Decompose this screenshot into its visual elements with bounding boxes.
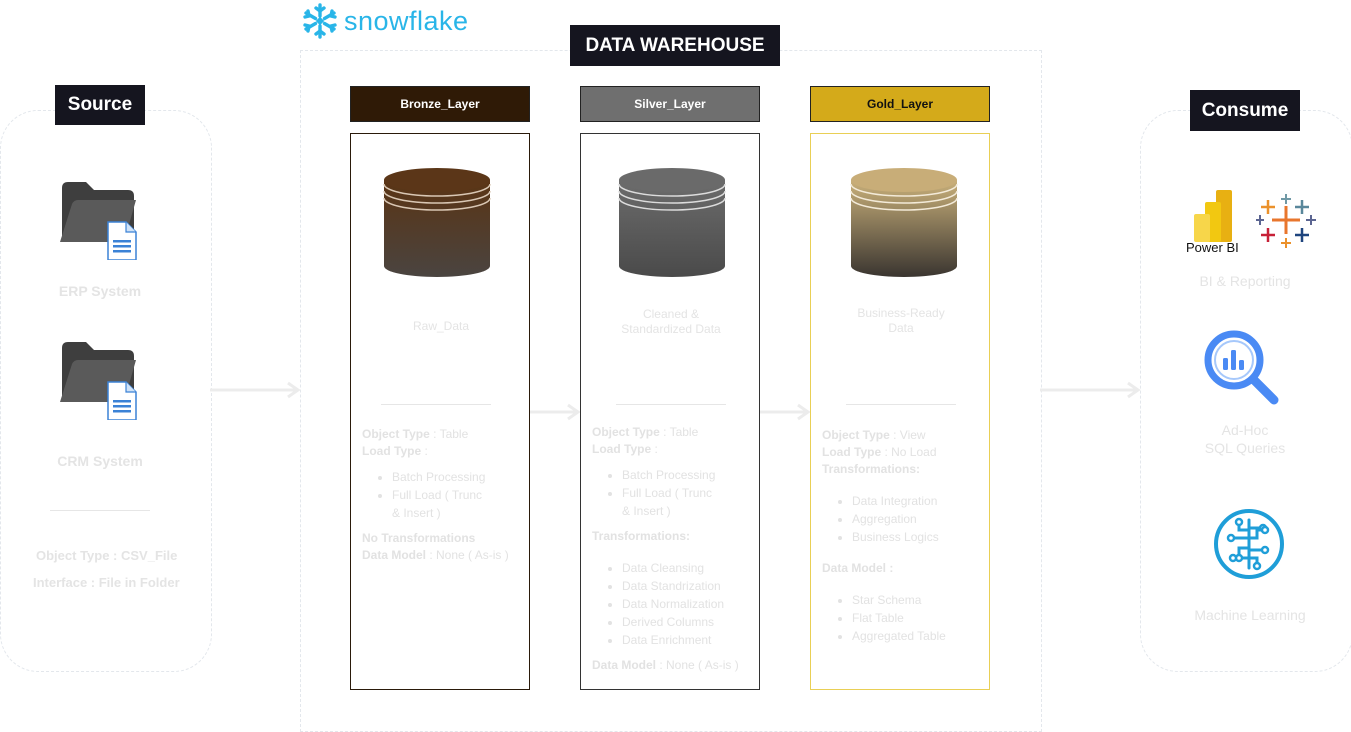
bronze-database-icon bbox=[382, 166, 492, 278]
bronze-description: Raw_Data bbox=[412, 319, 470, 333]
gold-divider bbox=[846, 404, 956, 405]
silver-load-type-value: : bbox=[651, 442, 658, 456]
list-item: Aggregated Table bbox=[852, 627, 946, 645]
bronze-load-list: Batch Processing Full Load ( Trunc& Inse… bbox=[362, 468, 509, 522]
silver-data-model-value: : None ( As-is ) bbox=[656, 658, 739, 672]
bronze-layer-box: Raw_Data Object Type : Table Load Type :… bbox=[350, 133, 530, 690]
silver-divider bbox=[616, 404, 726, 405]
arrow-warehouse-to-consume bbox=[1040, 381, 1141, 399]
gold-layer-header: Gold_Layer bbox=[810, 86, 990, 122]
silver-object-type-value: : Table bbox=[659, 425, 699, 439]
bronze-data-model-value: : None ( As-is ) bbox=[426, 548, 509, 562]
list-item: Aggregation bbox=[852, 510, 946, 528]
arrow-source-to-warehouse bbox=[210, 381, 301, 399]
adhoc-sql-label: Ad-Hoc SQL Queries bbox=[1204, 422, 1286, 456]
crm-system-label: CRM System bbox=[57, 453, 143, 469]
arrow-silver-to-gold bbox=[760, 403, 811, 421]
gold-data-model-list: Star Schema Flat Table Aggregated Table bbox=[822, 591, 946, 645]
source-interface: Interface : File in Folder bbox=[33, 575, 180, 590]
silver-transformations-title: Transformations: bbox=[592, 529, 691, 543]
bronze-load-type-value: : bbox=[421, 444, 428, 458]
bronze-object-type-value: : Table bbox=[429, 427, 469, 441]
bigquery-icon bbox=[1204, 330, 1282, 406]
bronze-divider bbox=[381, 404, 491, 405]
gold-object-type-value: : View bbox=[889, 428, 926, 442]
crm-folder-icon bbox=[58, 338, 138, 420]
list-item: Derived Columns bbox=[622, 613, 739, 631]
gold-properties: Object Type : View Load Type : No Load T… bbox=[822, 427, 946, 653]
bi-reporting-label: BI & Reporting bbox=[1199, 273, 1291, 289]
gold-data-model-title: Data Model : bbox=[822, 561, 894, 575]
list-item: Flat Table bbox=[852, 609, 946, 627]
list-item: Star Schema bbox=[852, 591, 946, 609]
source-title: Source bbox=[55, 85, 145, 125]
machine-learning-label: Machine Learning bbox=[1194, 607, 1306, 623]
snowflake-logo: snowflake bbox=[300, 0, 469, 42]
bronze-layer-header: Bronze_Layer bbox=[350, 86, 530, 122]
gold-load-type-value: : No Load bbox=[881, 445, 937, 459]
silver-object-type-label: Object Type bbox=[592, 425, 660, 439]
silver-properties: Object Type : Table Load Type : Batch Pr… bbox=[592, 424, 739, 674]
list-item: Batch Processing bbox=[392, 468, 509, 486]
source-divider bbox=[50, 510, 150, 511]
list-item: Batch Processing bbox=[622, 466, 739, 484]
list-item: Business Logics bbox=[852, 528, 946, 546]
silver-layer-header: Silver_Layer bbox=[580, 86, 760, 122]
snowflake-wordmark: snowflake bbox=[344, 5, 469, 36]
list-item: Data Standrization bbox=[622, 577, 739, 595]
arrow-bronze-to-silver bbox=[530, 403, 581, 421]
snowflake-icon bbox=[300, 1, 340, 41]
erp-system-label: ERP System bbox=[58, 283, 142, 299]
gold-layer-box: Business-Ready Data Object Type : View L… bbox=[810, 133, 990, 690]
machine-learning-icon bbox=[1213, 508, 1285, 580]
tableau-icon bbox=[1256, 192, 1316, 252]
erp-folder-icon bbox=[58, 178, 138, 260]
bronze-load-type-label: Load Type bbox=[362, 444, 422, 458]
gold-transformations-title: Transformations: bbox=[822, 462, 921, 476]
powerbi-label: Power BI bbox=[1186, 240, 1239, 255]
silver-load-type-label: Load Type bbox=[592, 442, 652, 456]
list-item: Full Load ( Trunc& Insert ) bbox=[392, 486, 509, 522]
consume-title: Consume bbox=[1190, 90, 1300, 131]
list-item: Data Integration bbox=[852, 492, 946, 510]
silver-database-icon bbox=[617, 166, 727, 278]
silver-load-list: Batch Processing Full Load ( Trunc& Inse… bbox=[592, 466, 739, 520]
gold-object-type-label: Object Type bbox=[822, 428, 890, 442]
bronze-properties: Object Type : Table Load Type : Batch Pr… bbox=[362, 426, 509, 564]
silver-layer-box: Cleaned & Standardized Data Object Type … bbox=[580, 133, 760, 690]
bronze-object-type-label: Object Type bbox=[362, 427, 430, 441]
list-item: Data Enrichment bbox=[622, 631, 739, 649]
gold-transformation-list: Data Integration Aggregation Business Lo… bbox=[822, 492, 946, 546]
source-object-type: Object Type : CSV_File bbox=[36, 548, 178, 563]
bronze-data-model-label: Data Model bbox=[362, 548, 427, 562]
silver-description: Cleaned & Standardized Data bbox=[621, 307, 721, 336]
silver-data-model-label: Data Model bbox=[592, 658, 657, 672]
bronze-transformations: No Transformations bbox=[362, 531, 476, 545]
list-item: Data Normalization bbox=[622, 595, 739, 613]
list-item: Full Load ( Trunc& Insert ) bbox=[622, 484, 739, 520]
list-item: Data Cleansing bbox=[622, 559, 739, 577]
gold-database-icon bbox=[849, 166, 959, 278]
gold-load-type-label: Load Type bbox=[822, 445, 882, 459]
data-warehouse-title: DATA WAREHOUSE bbox=[570, 25, 780, 66]
silver-transformation-list: Data Cleansing Data Standrization Data N… bbox=[592, 559, 739, 649]
gold-description: Business-Ready Data bbox=[857, 306, 945, 335]
